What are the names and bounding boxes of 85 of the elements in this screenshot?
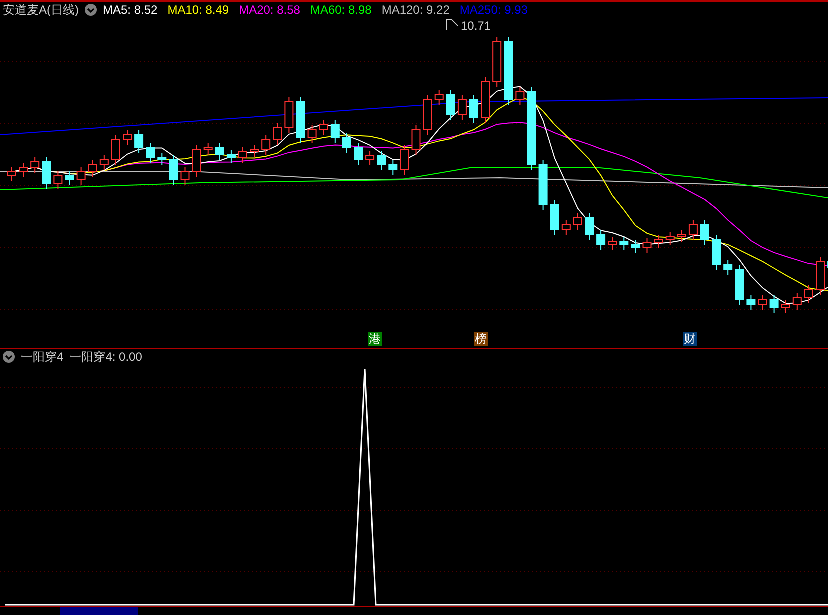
candlestick xyxy=(631,240,640,254)
collapse-icon[interactable] xyxy=(3,351,15,363)
candlestick xyxy=(204,142,213,156)
candlestick xyxy=(792,292,802,310)
candlestick xyxy=(146,142,156,164)
candlestick xyxy=(573,212,582,230)
candlestick xyxy=(516,86,525,106)
candlestick xyxy=(273,122,282,146)
indicator-name: 一阳穿4 xyxy=(21,348,64,366)
candlestick xyxy=(770,294,779,314)
candlestick xyxy=(412,124,421,156)
candlestick xyxy=(596,230,606,250)
candlestick xyxy=(111,134,120,166)
candlestick xyxy=(654,234,664,248)
candlestick xyxy=(284,96,294,134)
peak-price-label: 10.71 xyxy=(461,19,492,33)
candlestick xyxy=(688,220,698,240)
candlestick xyxy=(180,166,190,186)
moving-average-label: MA5: 8.52 xyxy=(103,3,158,17)
candlestick xyxy=(446,90,456,120)
candlestick xyxy=(158,152,167,166)
candlestick xyxy=(816,256,825,296)
event-marker[interactable]: 财 xyxy=(683,332,697,346)
candlestick xyxy=(666,232,675,246)
candlestick xyxy=(88,160,98,178)
moving-average-label: MA120: 9.22 xyxy=(382,3,450,17)
candlestick xyxy=(550,200,560,236)
candlestick xyxy=(620,236,629,250)
candlestick xyxy=(330,120,340,144)
candlestick xyxy=(262,134,271,156)
candlestick xyxy=(504,36,514,106)
stock-title: 安道麦A(日线) xyxy=(3,2,79,18)
candlestick xyxy=(712,234,722,270)
candlestick xyxy=(30,156,40,174)
candlestick xyxy=(54,170,63,190)
candlestick xyxy=(169,154,178,186)
candlestick xyxy=(134,130,144,154)
candlestick xyxy=(735,264,744,306)
candlestick xyxy=(642,238,652,254)
candlestick xyxy=(65,170,74,186)
candlestick xyxy=(215,142,224,160)
candlestick xyxy=(42,156,52,190)
event-marker[interactable]: 港 xyxy=(368,332,382,346)
collapse-icon[interactable] xyxy=(85,4,97,16)
candlestick xyxy=(724,260,733,276)
candlestick xyxy=(377,150,386,170)
candlestick xyxy=(238,146,248,164)
candlestick xyxy=(366,150,375,166)
candlestick xyxy=(700,220,710,246)
candlestick xyxy=(585,212,594,240)
event-marker[interactable]: 榜 xyxy=(474,332,488,346)
candlestick xyxy=(76,166,86,186)
moving-average-label: MA10: 8.49 xyxy=(168,3,230,17)
candlestick xyxy=(100,154,109,170)
candlestick xyxy=(19,162,28,178)
candlestick xyxy=(434,90,444,106)
candlestick xyxy=(354,142,363,166)
candlestick xyxy=(608,236,618,250)
candlestick xyxy=(423,94,432,136)
candlestick xyxy=(758,294,768,310)
candlestick xyxy=(746,294,756,310)
candlestick xyxy=(192,144,202,178)
candlestick xyxy=(781,300,790,314)
moving-average-label: MA20: 8.58 xyxy=(239,3,300,17)
candlestick xyxy=(250,144,260,158)
candlestick xyxy=(400,144,410,176)
candlestick xyxy=(388,160,398,176)
candlestick xyxy=(538,160,548,210)
candlestick xyxy=(226,150,236,164)
candlestick xyxy=(342,132,352,154)
candlestick xyxy=(492,36,502,88)
candlestick xyxy=(8,166,16,182)
candlestick xyxy=(470,94,478,124)
indicator-value: 一阳穿4: 0.00 xyxy=(70,348,142,366)
candlestick xyxy=(562,220,571,236)
moving-average-label: MA60: 8.98 xyxy=(310,3,372,17)
candlestick xyxy=(458,94,467,120)
moving-average-label: MA250: 9.93 xyxy=(460,3,528,17)
candlestick xyxy=(123,130,132,146)
candlestick xyxy=(677,230,686,242)
candlestick xyxy=(308,124,317,144)
candlestick xyxy=(804,284,814,304)
candlestick xyxy=(481,76,490,124)
candlestick xyxy=(319,120,328,136)
candlestick xyxy=(296,96,306,144)
